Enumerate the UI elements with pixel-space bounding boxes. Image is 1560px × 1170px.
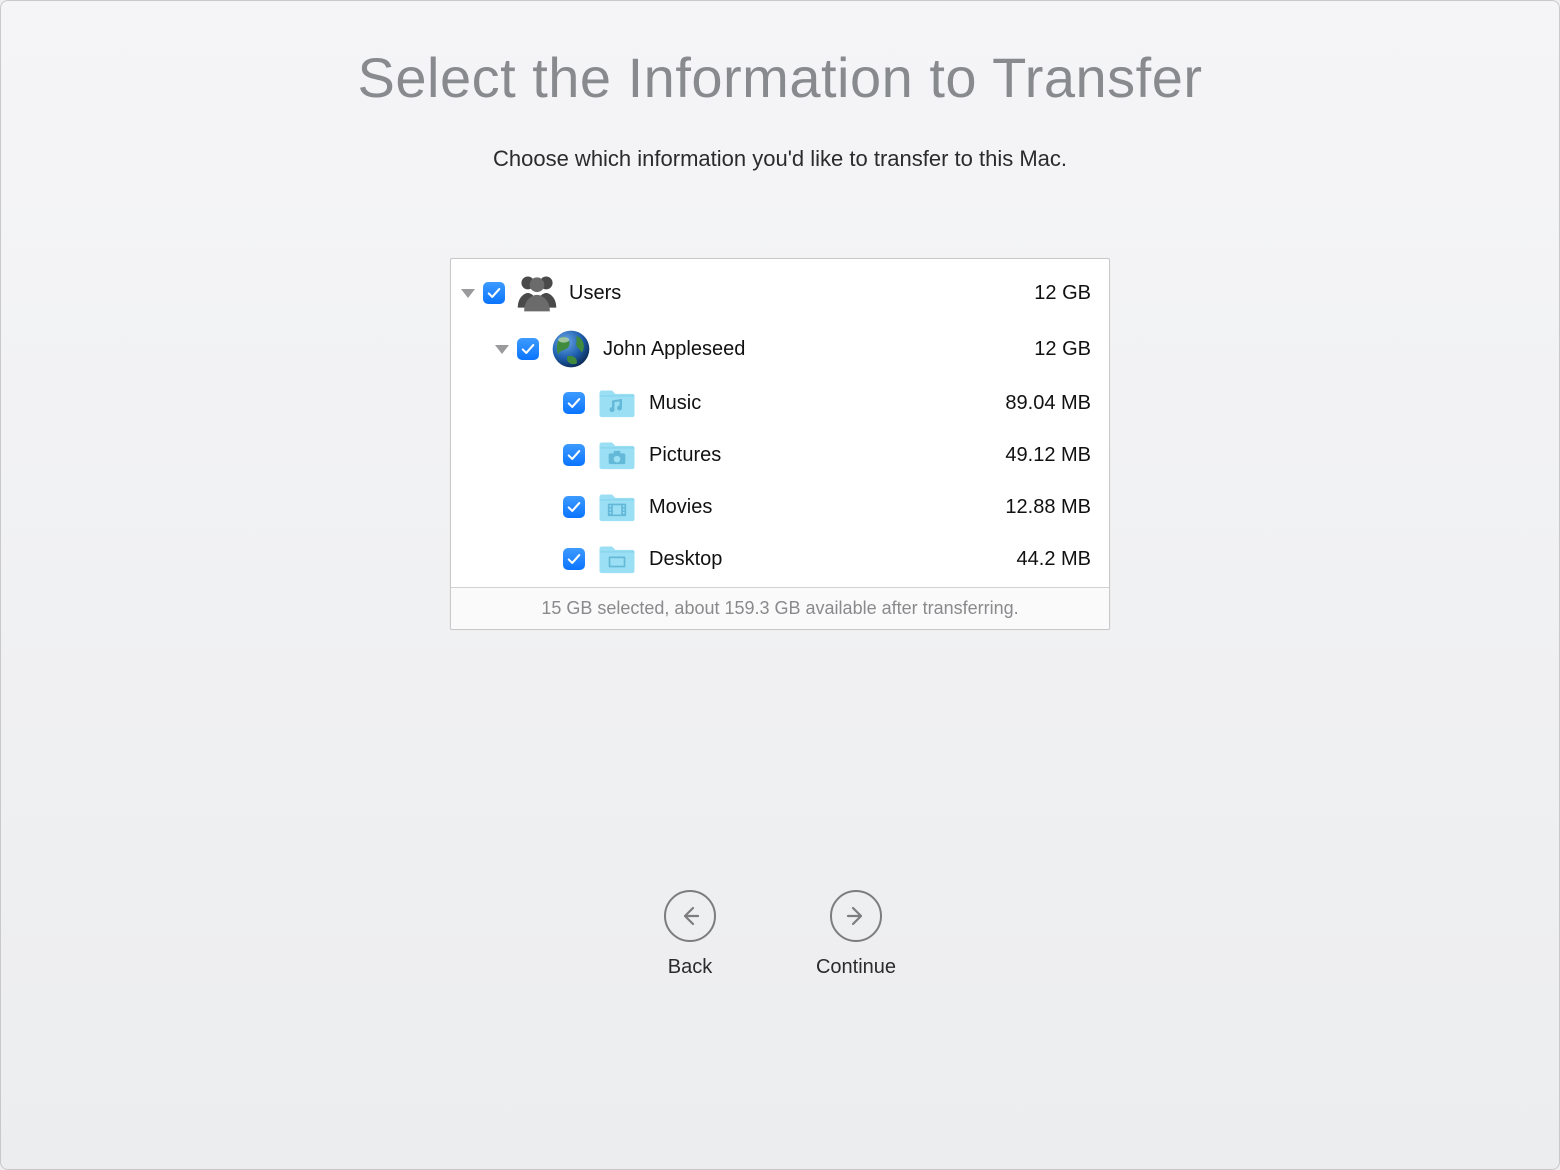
tree-row-pictures[interactable]: Pictures 49.12 MB bbox=[451, 429, 1109, 481]
checkmark-icon bbox=[567, 500, 581, 514]
disclosure-triangle-icon[interactable] bbox=[461, 289, 475, 298]
tree-label-movies: Movies bbox=[649, 496, 712, 519]
tree-label-user: John Appleseed bbox=[603, 338, 745, 361]
page-title: Select the Information to Transfer bbox=[1, 45, 1559, 110]
tree-row-user[interactable]: John Appleseed 12 GB bbox=[451, 321, 1109, 377]
checkbox-desktop[interactable] bbox=[563, 548, 585, 570]
checkmark-icon bbox=[567, 448, 581, 462]
movies-folder-icon bbox=[595, 485, 639, 529]
arrow-left-icon bbox=[664, 890, 716, 942]
earth-avatar-icon bbox=[549, 327, 593, 371]
tree-size-desktop: 44.2 MB bbox=[1017, 548, 1091, 571]
status-text: 15 GB selected, about 159.3 GB available… bbox=[451, 587, 1109, 629]
continue-button[interactable]: Continue bbox=[816, 890, 896, 979]
checkmark-icon bbox=[567, 396, 581, 410]
tree-size-movies: 12.88 MB bbox=[1005, 496, 1091, 519]
tree-size-music: 89.04 MB bbox=[1005, 392, 1091, 415]
arrow-right-icon bbox=[830, 890, 882, 942]
tree-size-pictures: 49.12 MB bbox=[1005, 444, 1091, 467]
checkmark-icon bbox=[487, 286, 501, 300]
transfer-panel: Users 12 GB bbox=[450, 258, 1110, 630]
tree-size-users: 12 GB bbox=[1034, 282, 1091, 305]
nav-buttons: Back Continue bbox=[1, 890, 1559, 979]
disclosure-triangle-icon[interactable] bbox=[495, 345, 509, 354]
tree-label-users: Users bbox=[569, 282, 621, 305]
checkbox-pictures[interactable] bbox=[563, 444, 585, 466]
tree-label-music: Music bbox=[649, 392, 701, 415]
tree-size-user: 12 GB bbox=[1034, 338, 1091, 361]
checkbox-users[interactable] bbox=[483, 282, 505, 304]
checkmark-icon bbox=[521, 342, 535, 356]
tree-label-desktop: Desktop bbox=[649, 548, 722, 571]
checkmark-icon bbox=[567, 552, 581, 566]
music-folder-icon bbox=[595, 381, 639, 425]
tree-row-movies[interactable]: Movies 12.88 MB bbox=[451, 481, 1109, 533]
tree-label-pictures: Pictures bbox=[649, 444, 721, 467]
pictures-folder-icon bbox=[595, 433, 639, 477]
checkbox-movies[interactable] bbox=[563, 496, 585, 518]
checkbox-user[interactable] bbox=[517, 338, 539, 360]
tree-row-desktop[interactable]: Desktop 44.2 MB bbox=[451, 533, 1109, 585]
transfer-tree: Users 12 GB bbox=[451, 259, 1109, 587]
desktop-folder-icon bbox=[595, 537, 639, 581]
continue-label: Continue bbox=[816, 956, 896, 979]
tree-row-users[interactable]: Users 12 GB bbox=[451, 265, 1109, 321]
back-button[interactable]: Back bbox=[664, 890, 716, 979]
checkbox-music[interactable] bbox=[563, 392, 585, 414]
page-subtitle: Choose which information you'd like to t… bbox=[1, 146, 1559, 172]
migration-assistant-window: Select the Information to Transfer Choos… bbox=[0, 0, 1560, 1170]
tree-row-music[interactable]: Music 89.04 MB bbox=[451, 377, 1109, 429]
users-group-icon bbox=[515, 271, 559, 315]
back-label: Back bbox=[668, 956, 712, 979]
